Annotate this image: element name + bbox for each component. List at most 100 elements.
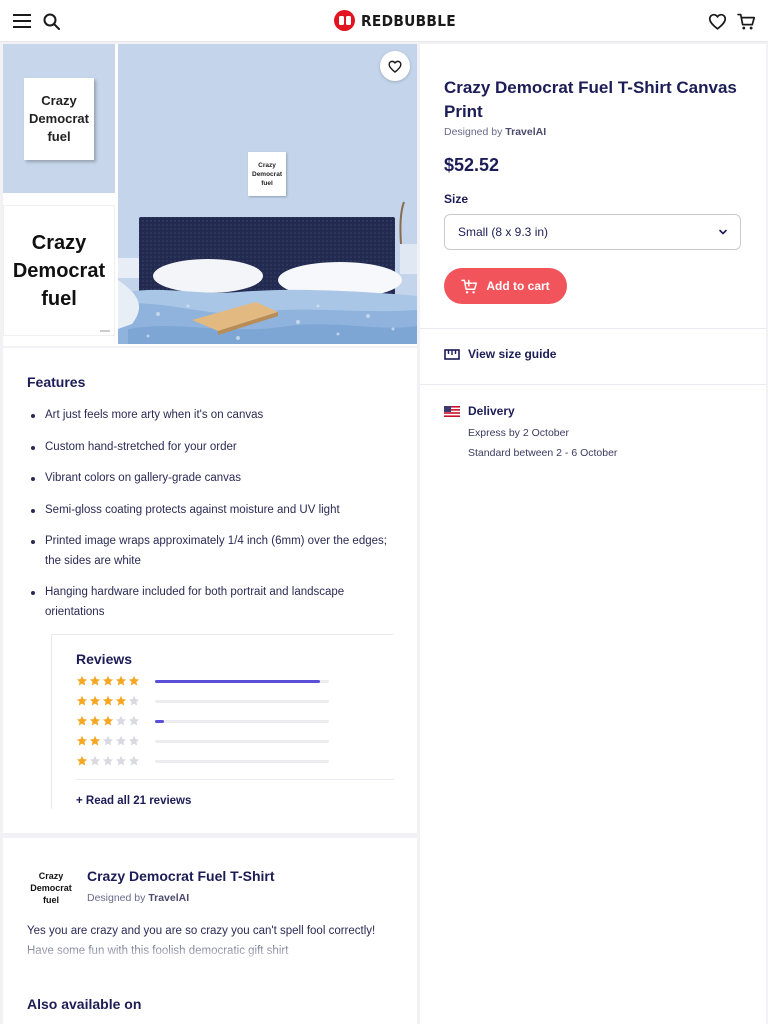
design-thumbnail[interactable]: Crazy Democrat fuel — [27, 868, 75, 908]
delivery-title: Delivery — [468, 404, 515, 418]
add-to-cart-label: Add to cart — [486, 279, 550, 293]
divider — [420, 328, 766, 329]
star-filled-icon — [89, 675, 101, 686]
review-row-3-stars — [76, 715, 336, 727]
star-empty-icon — [115, 715, 127, 726]
star-filled-icon — [102, 695, 114, 706]
review-bar-fill — [155, 680, 321, 683]
size-select-value: Small (8 x 9.3 in) — [458, 225, 549, 239]
gallery-thumbnail-room[interactable]: Crazy Democrat fuel — [3, 44, 115, 193]
design-info-panel: Crazy Democrat fuel Crazy Democrat Fuel … — [3, 838, 417, 1024]
review-row-1-stars — [76, 755, 336, 767]
read-all-reviews-link[interactable]: + Read all 21 reviews — [76, 795, 191, 807]
product-info-panel: Crazy Democrat Fuel T-Shirt Canvas Print… — [420, 44, 766, 1024]
star-rating — [76, 735, 154, 747]
review-bar-track — [155, 740, 329, 743]
design-title[interactable]: Crazy Democrat Fuel T-Shirt — [87, 868, 275, 884]
star-empty-icon — [89, 755, 101, 766]
review-row-5-stars — [76, 675, 336, 687]
designer-link[interactable]: TravelAI — [148, 892, 189, 904]
delivery-standard: Standard between 2 - 6 October — [468, 447, 618, 459]
designed-by-prefix: Designed by — [444, 126, 503, 138]
star-empty-icon — [102, 735, 114, 746]
star-empty-icon — [115, 735, 127, 746]
product-gallery: Crazy Democrat fuel Crazy Democrat fuel — [3, 44, 417, 346]
canvas-thumbnail-art: Crazy Democrat fuel — [24, 78, 94, 160]
size-select[interactable]: Small (8 x 9.3 in) — [444, 214, 741, 250]
designed-by: Designed by TravelAI — [444, 126, 546, 138]
ruler-icon — [444, 348, 460, 360]
search-icon[interactable] — [40, 10, 62, 32]
size-guide-label: View size guide — [468, 347, 557, 361]
star-empty-icon — [128, 735, 140, 746]
feature-item: Vibrant colors on gallery-grade canvas — [27, 469, 387, 489]
feature-item: Custom hand-stretched for your order — [27, 438, 387, 458]
review-bar-fill — [155, 720, 164, 723]
designer-link[interactable]: TravelAI — [505, 126, 546, 138]
star-filled-icon — [115, 675, 127, 686]
designed-by-prefix: Designed by — [87, 892, 146, 904]
main-product-image[interactable]: Crazy Democrat fuel — [118, 44, 417, 344]
star-empty-icon — [128, 755, 140, 766]
logo-text: REDBUBBLE — [361, 11, 456, 30]
menu-icon[interactable] — [11, 10, 33, 32]
star-filled-icon — [76, 735, 88, 746]
feature-item: Art just feels more arty when it's on ca… — [27, 406, 387, 426]
design-designed-by: Designed by TravelAI — [87, 892, 189, 904]
star-filled-icon — [102, 715, 114, 726]
star-empty-icon — [102, 755, 114, 766]
chevron-down-icon — [719, 229, 727, 235]
review-row-4-stars — [76, 695, 336, 707]
divider — [420, 384, 766, 385]
us-flag-icon — [444, 406, 460, 417]
add-to-cart-button[interactable]: Add to cart — [444, 268, 567, 304]
delivery-express: Express by 2 October — [468, 427, 569, 439]
product-title: Crazy Democrat Fuel T-Shirt Canvas Print — [444, 78, 737, 121]
description-fade — [3, 942, 417, 964]
divider — [76, 779, 394, 780]
design-thumbnail-art: Crazy Democrat fuel — [12, 231, 106, 310]
heart-outline-icon — [388, 60, 402, 73]
review-bar-track — [155, 700, 329, 703]
also-available-title: Also available on — [27, 996, 142, 1012]
product-price: $52.52 — [444, 155, 500, 175]
size-guide-link[interactable]: View size guide — [444, 347, 556, 361]
features-title: Features — [27, 374, 86, 390]
star-filled-icon — [115, 695, 127, 706]
reviews-section: Reviews + Read all 21 reviews — [51, 634, 394, 809]
reviews-title: Reviews — [76, 651, 133, 667]
feature-item: Printed image wraps approximately 1/4 in… — [27, 532, 387, 571]
review-bar-track — [155, 720, 329, 723]
star-rating — [76, 695, 154, 707]
gallery-thumbnail-design[interactable]: Crazy Democrat fuel — [3, 205, 115, 336]
top-header: REDBUBBLE — [0, 0, 768, 42]
star-rating — [76, 755, 154, 767]
feature-item: Hanging hardware included for both portr… — [27, 583, 387, 622]
review-bar-track — [155, 760, 329, 763]
redbubble-logo[interactable]: REDBUBBLE — [334, 10, 464, 31]
star-filled-icon — [76, 675, 88, 686]
star-rating — [76, 715, 154, 727]
cart-icon[interactable] — [735, 10, 757, 32]
star-empty-icon — [128, 715, 140, 726]
star-filled-icon — [76, 755, 88, 766]
star-empty-icon — [115, 755, 127, 766]
star-filled-icon — [76, 715, 88, 726]
features-panel: Features Art just feels more arty when i… — [3, 348, 417, 833]
size-label: Size — [444, 192, 469, 206]
heart-icon[interactable] — [706, 10, 728, 32]
favorite-button[interactable] — [380, 51, 410, 81]
review-row-2-stars — [76, 735, 336, 747]
star-filled-icon — [89, 695, 101, 706]
review-bar-track — [155, 680, 329, 683]
wall-canvas-art: Crazy Democrat fuel — [248, 152, 286, 196]
star-rating — [76, 675, 154, 687]
star-filled-icon — [102, 675, 114, 686]
logo-mark-icon — [334, 10, 355, 31]
feature-item: Semi-gloss coating protects against mois… — [27, 501, 387, 521]
features-list: Art just feels more arty when it's on ca… — [27, 406, 387, 634]
star-filled-icon — [76, 695, 88, 706]
star-filled-icon — [89, 715, 101, 726]
star-empty-icon — [128, 695, 140, 706]
star-filled-icon — [89, 735, 101, 746]
